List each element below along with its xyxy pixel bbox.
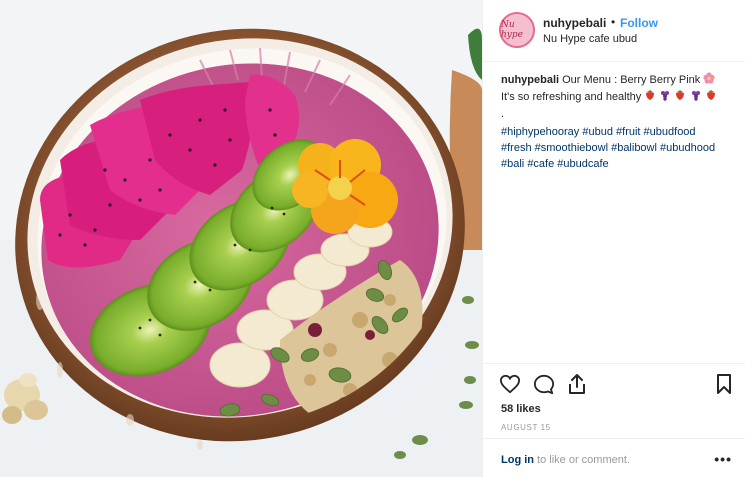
hashtag-link[interactable]: #fruit: [616, 126, 640, 138]
hashtag-link[interactable]: #hiphypehooray: [501, 126, 579, 138]
header-separator: •: [611, 15, 616, 29]
login-bar: Log in to like or comment. •••: [483, 438, 745, 477]
more-options-icon[interactable]: •••: [714, 451, 732, 467]
login-prompt-text: to like or comment.: [534, 454, 630, 466]
strawberry-emoji-icon: [705, 89, 717, 106]
hashtag-link[interactable]: #ubudfood: [644, 126, 696, 138]
strawberry-emoji-icon: [644, 89, 656, 106]
hashtag-link[interactable]: #ubudhood: [660, 142, 715, 154]
post-actions: 58 likes AUGUST 15 Log in to like or com…: [483, 363, 745, 477]
login-prompt: Log in to like or comment.: [501, 454, 630, 466]
hashtag-link[interactable]: #ubud: [582, 126, 613, 138]
hashtag-link[interactable]: #balibowl: [611, 142, 657, 154]
post-photo[interactable]: [0, 0, 482, 477]
header-username[interactable]: nuhypebali: [543, 16, 606, 30]
hashtag-link[interactable]: #fresh: [501, 142, 532, 154]
caption-text-line2: It's so refreshing and healthy: [501, 91, 642, 103]
caption-dot-line: .: [501, 108, 505, 120]
hashtag-link[interactable]: #cafe: [527, 158, 554, 170]
heart-icon[interactable]: [499, 374, 521, 399]
likes-count[interactable]: 58 likes: [501, 403, 541, 415]
grapes-emoji-icon: [659, 89, 671, 106]
hashtag-list: #hiphypehooray #ubud #fruit #ubudfood #f…: [501, 124, 737, 172]
post-date: AUGUST 15: [501, 423, 551, 432]
hashtag-link[interactable]: #ubudcafe: [557, 158, 608, 170]
smoothie-bowl-image: [0, 0, 482, 477]
post-side-panel: Nu hype nuhypebali • Follow Nu Hype cafe…: [482, 0, 745, 477]
bookmark-icon[interactable]: [716, 374, 732, 399]
post-header: Nu hype nuhypebali • Follow Nu Hype cafe…: [483, 0, 745, 62]
comment-icon[interactable]: [533, 374, 555, 400]
strawberry-emoji-icon: [674, 89, 686, 106]
hashtag-link[interactable]: #smoothiebowl: [535, 142, 608, 154]
flower-emoji-icon: [703, 72, 715, 89]
login-link[interactable]: Log in: [501, 454, 534, 466]
avatar-logo-text: Nu hype: [501, 20, 523, 40]
follow-button[interactable]: Follow: [620, 16, 658, 30]
hashtag-link[interactable]: #bali: [501, 158, 524, 170]
avatar[interactable]: Nu hype: [499, 12, 535, 48]
caption-username[interactable]: nuhypebali: [501, 74, 559, 86]
caption-text-line1: Our Menu : Berry Berry Pink: [562, 74, 701, 86]
location-link[interactable]: Nu Hype cafe ubud: [543, 33, 637, 45]
share-icon[interactable]: [567, 373, 587, 400]
caption: nuhypebali Our Menu : Berry Berry Pink I…: [501, 72, 737, 172]
grapes-emoji-icon: [690, 89, 702, 106]
